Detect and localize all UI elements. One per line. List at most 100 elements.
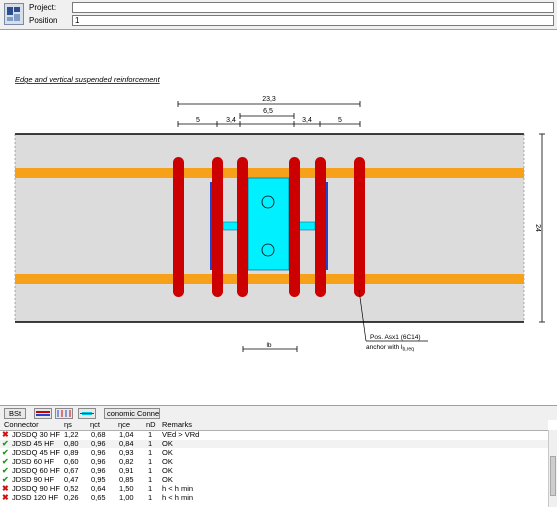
cell-eta-ce: 0,82 bbox=[119, 457, 134, 466]
cell-nD: 1 bbox=[148, 484, 153, 493]
col-nd[interactable]: nD bbox=[146, 420, 156, 430]
cell-eta-s: 0,67 bbox=[64, 466, 79, 475]
stirrup-2 bbox=[212, 157, 223, 297]
connector-view-icon[interactable] bbox=[78, 408, 96, 419]
position-field[interactable]: 1 bbox=[72, 15, 554, 26]
cell-nD: 1 bbox=[148, 475, 153, 484]
stirrup-1 bbox=[173, 157, 184, 297]
cell-eta-ct: 0,68 bbox=[91, 430, 106, 439]
cell-eta-ct: 0,95 bbox=[91, 475, 106, 484]
cell-eta-ct: 0,64 bbox=[91, 484, 106, 493]
fail-cross-icon: ✖ bbox=[2, 430, 9, 439]
cell-eta-ce: 0,85 bbox=[119, 475, 134, 484]
bottom-longitudinal-rebar bbox=[15, 274, 524, 284]
cell-eta-ct: 0,96 bbox=[91, 439, 106, 448]
cell-eta-ct: 0,96 bbox=[91, 448, 106, 457]
cell-remarks: OK bbox=[162, 475, 173, 484]
cell-nD: 1 bbox=[148, 448, 153, 457]
cell-nD: 1 bbox=[148, 439, 153, 448]
dim-right-5-label: 5 bbox=[338, 117, 342, 124]
cell-eta-ce: 1,50 bbox=[119, 484, 134, 493]
col-eta-ct[interactable]: ηct bbox=[90, 420, 100, 430]
table-row[interactable]: ✔ JDSD 90 HF 0,47 0,95 0,85 1 OK bbox=[0, 476, 548, 484]
project-field[interactable] bbox=[72, 2, 554, 13]
top-longitudinal-rebar bbox=[15, 168, 524, 178]
cell-name: JDSD 90 HF bbox=[12, 475, 55, 484]
stirrup-4 bbox=[289, 157, 300, 297]
rebar-view-icon[interactable] bbox=[34, 408, 52, 419]
cell-remarks: OK bbox=[162, 466, 173, 475]
position-label: Position bbox=[29, 16, 58, 25]
cell-remarks: h < h min bbox=[162, 493, 194, 502]
dim-left-5-label: 5 bbox=[196, 117, 200, 124]
fail-cross-icon: ✖ bbox=[2, 484, 9, 493]
cell-name: JDSD 120 HF bbox=[12, 493, 59, 502]
cell-remarks: OK bbox=[162, 448, 173, 457]
app-logo-icon bbox=[4, 3, 24, 25]
stirrup-6 bbox=[354, 157, 365, 297]
fail-cross-icon: ✖ bbox=[2, 493, 9, 502]
cell-eta-s: 0,52 bbox=[64, 484, 79, 493]
cell-name: JDSDQ 90 HF bbox=[12, 484, 60, 493]
project-label: Project: bbox=[29, 3, 57, 12]
drawing-title: Edge and vertical suspended reinforcemen… bbox=[15, 75, 161, 84]
cell-remarks: OK bbox=[162, 439, 173, 448]
tab-economic-connector[interactable]: conomic Connect bbox=[104, 408, 160, 419]
dim-right-34-label: 3,4 bbox=[302, 117, 312, 124]
cell-eta-ct: 0,65 bbox=[91, 493, 106, 502]
table-row[interactable]: ✖ JDSDQ 90 HF 0,52 0,64 1,50 1 h < h min bbox=[0, 485, 548, 493]
table-row[interactable]: ✔ JDSDQ 45 HF 0,89 0,96 0,93 1 OK bbox=[0, 449, 548, 457]
table-row[interactable]: ✖ JDSDQ 30 HF 1,22 0,68 1,04 1 VEd > VRd bbox=[0, 431, 548, 439]
ok-check-icon: ✔ bbox=[2, 439, 9, 448]
cell-eta-s: 1,22 bbox=[64, 430, 79, 439]
scrollbar-thumb[interactable] bbox=[550, 456, 556, 496]
cell-eta-ct: 0,96 bbox=[91, 457, 106, 466]
header-bar: Project: Position 1 bbox=[0, 0, 557, 30]
cell-eta-s: 0,89 bbox=[64, 448, 79, 457]
table-row[interactable]: ✔ JDSD 60 HF 0,60 0,96 0,82 1 OK bbox=[0, 458, 548, 466]
tab-bst[interactable]: BSt bbox=[4, 408, 26, 419]
cell-name: JDSDQ 45 HF bbox=[12, 448, 60, 457]
table-row[interactable]: ✔ JDSD 45 HF 0,80 0,96 0,84 1 OK bbox=[0, 440, 548, 448]
anchor-label: anchor with l bbox=[366, 344, 403, 351]
ok-check-icon: ✔ bbox=[2, 457, 9, 466]
col-eta-ce[interactable]: ηce bbox=[118, 420, 130, 430]
cell-nD: 1 bbox=[148, 457, 153, 466]
cell-eta-ce: 1,04 bbox=[119, 430, 134, 439]
anchor-sub: b,req bbox=[403, 347, 415, 353]
cell-nD: 1 bbox=[148, 430, 153, 439]
cell-eta-ce: 0,91 bbox=[119, 466, 134, 475]
cell-nD: 1 bbox=[148, 493, 153, 502]
stirrup-3 bbox=[237, 157, 248, 297]
cell-remarks: VEd > VRd bbox=[162, 430, 200, 439]
cell-eta-ce: 0,93 bbox=[119, 448, 134, 457]
reinforcement-drawing: Edge and vertical suspended reinforcemen… bbox=[14, 75, 545, 353]
cell-eta-s: 0,47 bbox=[64, 475, 79, 484]
table-scrollbar[interactable] bbox=[548, 430, 557, 507]
drawing-canvas: Edge and vertical suspended reinforcemen… bbox=[0, 30, 557, 405]
cell-name: JDSD 45 HF bbox=[12, 439, 55, 448]
section-view-icon[interactable] bbox=[55, 408, 73, 419]
cell-remarks: OK bbox=[162, 457, 173, 466]
ok-check-icon: ✔ bbox=[2, 475, 9, 484]
cell-eta-ce: 0,84 bbox=[119, 439, 134, 448]
table-row[interactable]: ✔ JDSDQ 60 HF 0,67 0,96 0,91 1 OK bbox=[0, 467, 548, 475]
dim-left-34-label: 3,4 bbox=[226, 117, 236, 124]
ok-check-icon: ✔ bbox=[2, 466, 9, 475]
cell-name: JDSDQ 60 HF bbox=[12, 466, 60, 475]
tab-bar: BSt conomic Connect bbox=[0, 405, 557, 420]
cell-eta-s: 0,80 bbox=[64, 439, 79, 448]
dim-total-label: 23,3 bbox=[262, 96, 276, 103]
ok-check-icon: ✔ bbox=[2, 448, 9, 457]
cell-eta-s: 0,60 bbox=[64, 457, 79, 466]
col-eta-s[interactable]: ηs bbox=[64, 420, 72, 430]
col-connector[interactable]: Connector bbox=[4, 420, 39, 430]
stirrup-5 bbox=[315, 157, 326, 297]
cell-eta-ct: 0,96 bbox=[91, 466, 106, 475]
table-header: Connector ηs ηct ηce nD Remarks bbox=[0, 420, 548, 431]
dim-inner-label: 6,5 bbox=[263, 108, 273, 115]
table-row[interactable]: ✖ JDSD 120 HF 0,26 0,65 1,00 1 h < h min bbox=[0, 494, 548, 502]
cell-name: JDSD 60 HF bbox=[12, 457, 55, 466]
col-remarks[interactable]: Remarks bbox=[162, 420, 192, 430]
svg-text:anchor with lb,req: anchor with lb,req bbox=[366, 344, 414, 353]
